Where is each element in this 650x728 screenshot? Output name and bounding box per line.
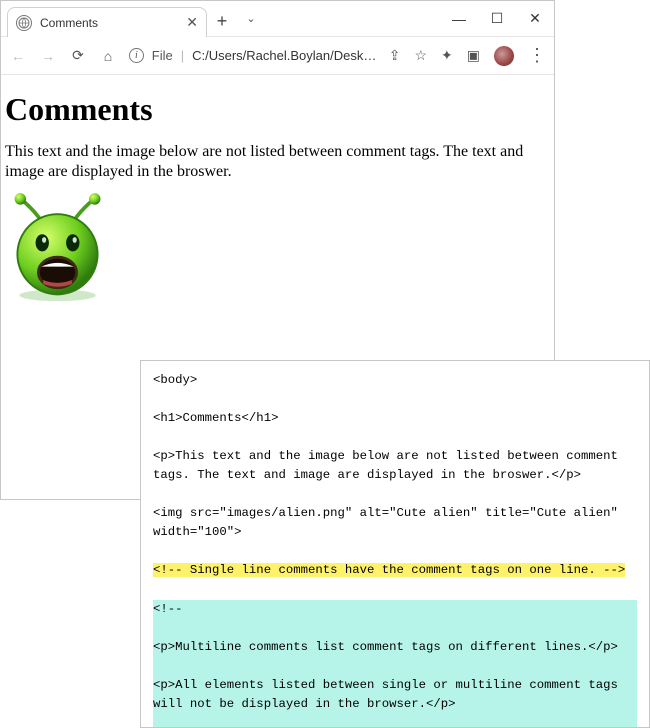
forward-button[interactable]: →: [39, 48, 57, 64]
source-code-panel: <body> <h1>Comments</h1> <p>This text an…: [140, 360, 650, 728]
menu-icon[interactable]: ⋮: [528, 45, 546, 66]
share-icon[interactable]: ⇪: [389, 47, 401, 64]
window-close-button[interactable]: ✕: [516, 4, 554, 34]
globe-icon: [16, 15, 32, 31]
tab-title: Comments: [40, 16, 98, 30]
home-button[interactable]: ⌂: [99, 48, 117, 64]
extensions-icon[interactable]: ✦: [441, 47, 453, 64]
back-button[interactable]: ←: [9, 48, 27, 64]
code-line: <body>: [153, 373, 197, 387]
source-code[interactable]: <body> <h1>Comments</h1> <p>This text an…: [141, 361, 649, 728]
site-info-icon[interactable]: i: [129, 48, 144, 63]
code-line: <p>Multiline comments list comment tags …: [153, 640, 618, 654]
page-paragraph: This text and the image below are not li…: [5, 142, 546, 182]
toolbar-right: ⇪ ☆ ✦ ▣ ⋮: [389, 45, 546, 66]
new-tab-button[interactable]: +: [207, 7, 237, 36]
url-scheme-label: File: [152, 48, 173, 63]
code-line: <!--: [153, 602, 183, 616]
profile-avatar[interactable]: [494, 46, 514, 66]
address-bar[interactable]: i File | C:/Users/Rachel.Boylan/Deskt…: [129, 43, 377, 69]
title-bar: Comments ✕ + ⌄ — ☐ ✕: [1, 1, 554, 37]
sidepanel-icon[interactable]: ▣: [467, 47, 480, 64]
page-content: Comments This text and the image below a…: [1, 75, 554, 315]
window-controls: — ☐ ✕: [440, 1, 554, 36]
minimize-button[interactable]: —: [440, 4, 478, 34]
tab-list-dropdown-icon[interactable]: ⌄: [237, 1, 265, 36]
code-line: <p>All elements listed between single or…: [153, 678, 625, 711]
url-divider: |: [181, 48, 184, 63]
code-line: <p>This text and the image below are not…: [153, 449, 625, 482]
alien-image: [5, 192, 110, 307]
reload-button[interactable]: ⟳: [69, 47, 87, 64]
code-line: <h1>Comments</h1>: [153, 411, 278, 425]
tab-close-icon[interactable]: ✕: [186, 14, 198, 31]
url-path: C:/Users/Rachel.Boylan/Deskt…: [192, 48, 377, 63]
code-line: <img src="images/alien.png" alt="Cute al…: [153, 506, 625, 539]
page-heading: Comments: [5, 91, 546, 128]
bookmark-icon[interactable]: ☆: [414, 47, 427, 64]
toolbar: ← → ⟳ ⌂ i File | C:/Users/Rachel.Boylan/…: [1, 37, 554, 75]
code-line-highlight-yellow: <!-- Single line comments have the comme…: [153, 563, 625, 577]
maximize-button[interactable]: ☐: [478, 4, 516, 34]
browser-tab[interactable]: Comments ✕: [7, 7, 207, 37]
code-block-highlight-cyan: <!-- <p>Multiline comments list comment …: [153, 600, 637, 728]
